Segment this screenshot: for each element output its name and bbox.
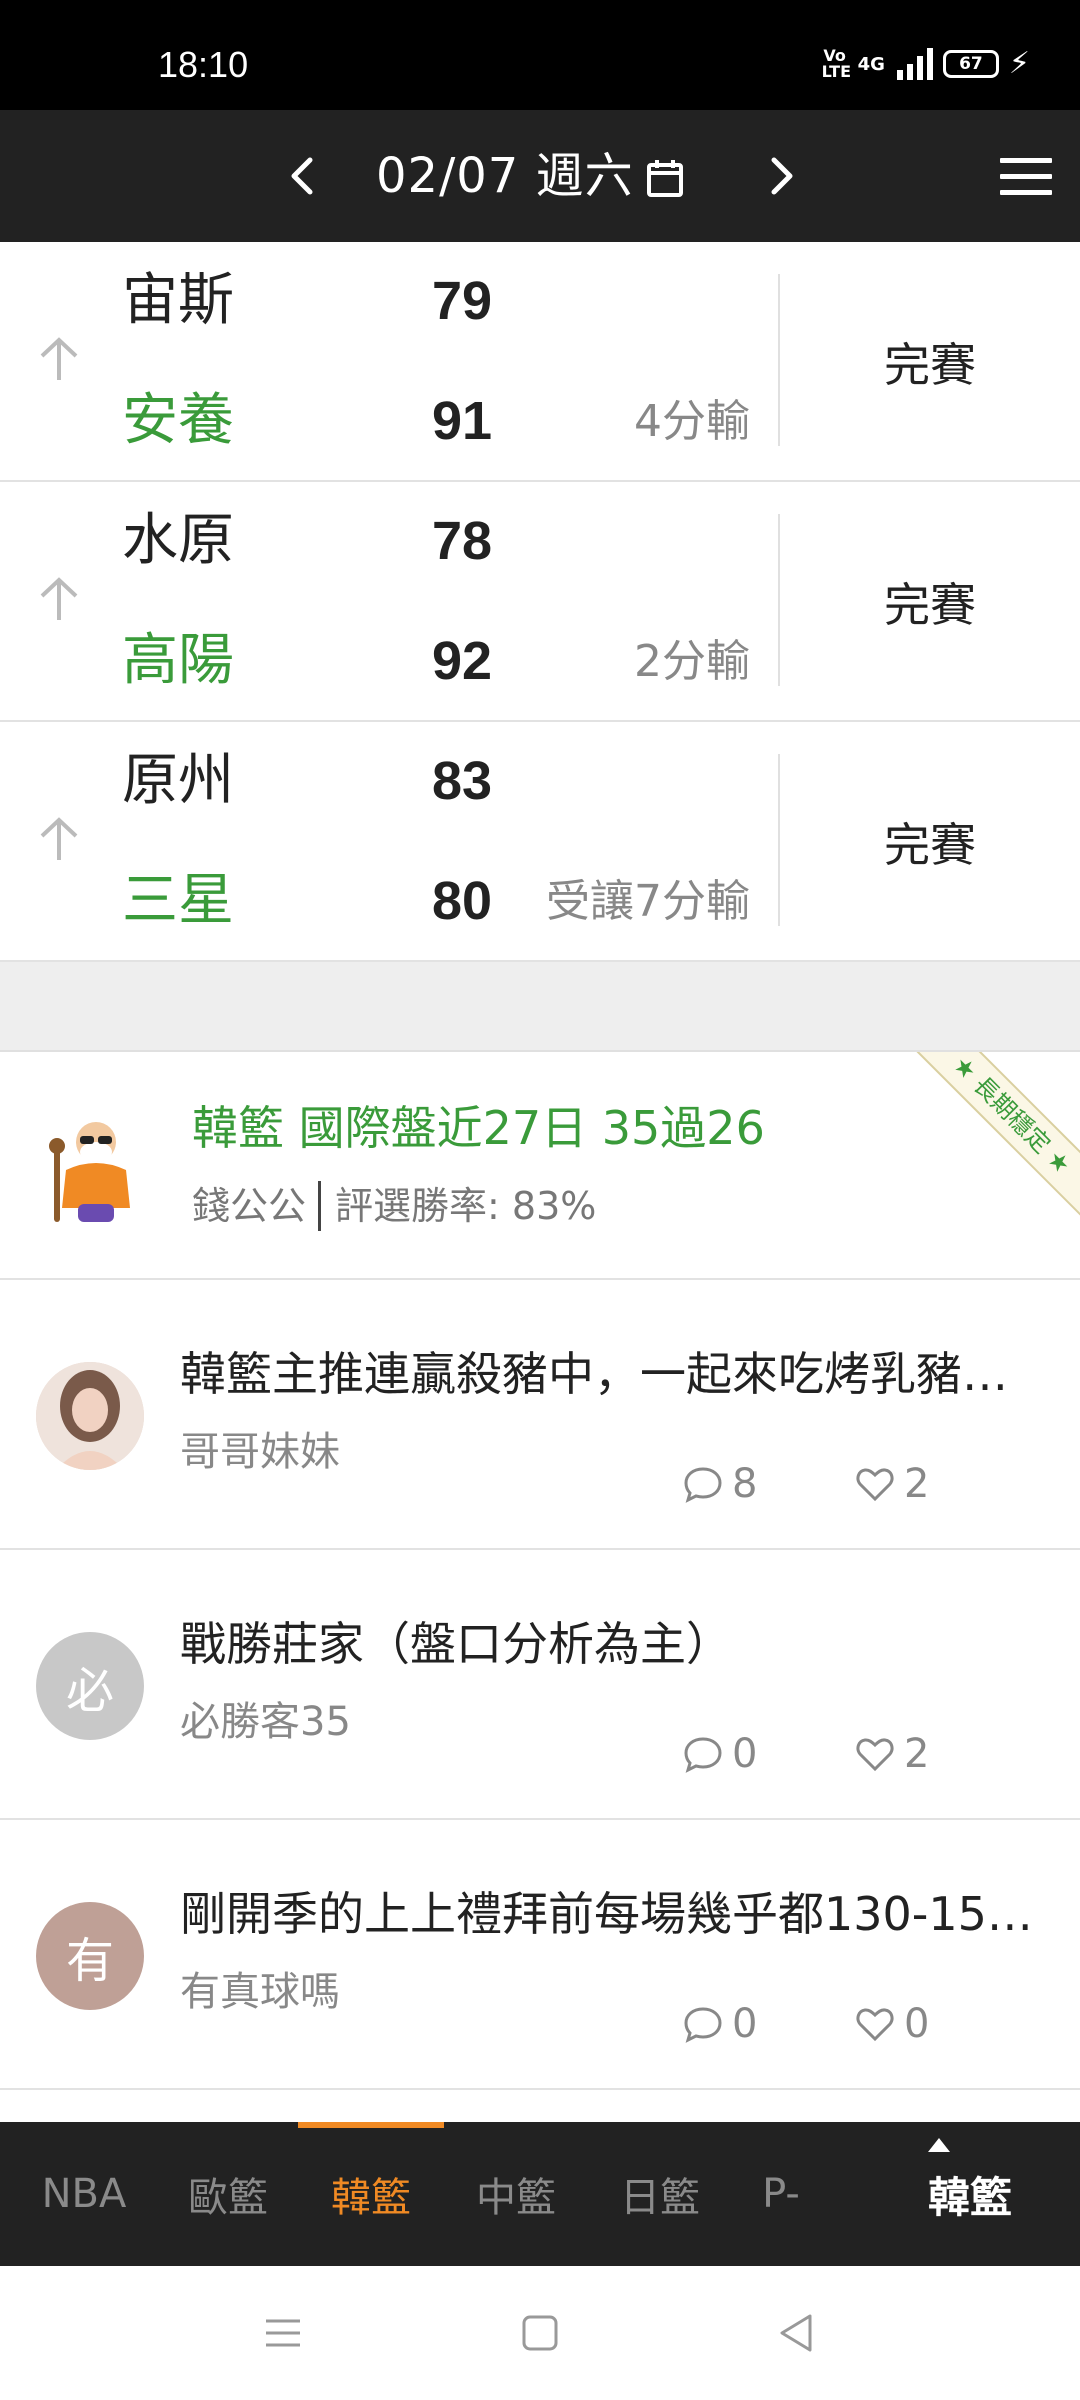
result-note: 2分輸 xyxy=(634,636,750,687)
away-score: 78 xyxy=(432,511,493,571)
current-date[interactable]: 02/07 週六 xyxy=(376,146,634,206)
post-title: 剛開季的上上禮拜前每場幾乎都130-15… xyxy=(180,1887,1033,1941)
section-gap xyxy=(0,962,1080,1052)
home-score: 91 xyxy=(432,391,493,451)
avatar xyxy=(36,1362,144,1470)
volte-icon: Vo LTE xyxy=(821,46,851,81)
divider xyxy=(318,1181,322,1231)
status-bar: 18:10 Vo LTE 4G 67 ⚡ xyxy=(0,0,1080,110)
expert-avatar xyxy=(36,1108,156,1228)
charging-icon: ⚡ xyxy=(1008,46,1030,81)
game-status: 完賽 xyxy=(884,818,976,872)
next-day-button[interactable] xyxy=(762,146,802,206)
calendar-icon xyxy=(647,160,683,197)
status-time: 18:10 xyxy=(158,44,249,85)
result-note: 受讓7分輸 xyxy=(546,876,750,927)
like-count-value: 2 xyxy=(904,1731,930,1777)
stable-ribbon-badge: ★ 長期穩定 ★ xyxy=(910,1052,1080,1217)
tab-euro-basketball[interactable]: 歐籃 xyxy=(160,2122,296,2266)
heart-icon xyxy=(856,1738,894,1772)
menu-icon-bar xyxy=(1000,190,1052,195)
result-note: 4分輸 xyxy=(634,396,750,447)
prev-day-button[interactable] xyxy=(282,146,322,206)
post-title: 韓籃主推連贏殺豬中，一起來吃烤乳豬… xyxy=(180,1347,1008,1401)
away-score: 83 xyxy=(432,751,493,811)
status-icons: Vo LTE 4G 67 ⚡ xyxy=(822,48,1030,80)
post-item[interactable]: 有 剛開季的上上禮拜前每場幾乎都130-15… 有真球嗎 0 0 xyxy=(0,1822,1080,2090)
post-item[interactable]: 韓籃主推連贏殺豬中，一起來吃烤乳豬… 哥哥妹妹 8 2 xyxy=(0,1282,1080,1550)
comment-icon xyxy=(684,1467,722,1503)
chevron-right-icon xyxy=(771,157,793,195)
tab-p-league[interactable]: P- xyxy=(736,2122,826,2266)
expert-promo-card[interactable]: 韓籃 國際盤近27日 35過26 錢公公 評選勝率: 83% ★ 長期穩定 ★ xyxy=(0,1052,1080,1280)
home-icon[interactable] xyxy=(515,2308,565,2358)
game-row[interactable]: 宙斯 79 安養 91 4分輸 完賽 xyxy=(0,242,1080,482)
league-tab-bar: NBA 歐籃 韓籃 中籃 日籃 P- 韓籃 xyxy=(0,2122,1080,2266)
comment-icon xyxy=(684,1737,722,1773)
arrow-up-icon xyxy=(36,574,82,624)
post-author: 有真球嗎 xyxy=(180,1969,340,2015)
battery-level: 67 xyxy=(959,54,983,74)
post-author: 必勝客35 xyxy=(180,1699,351,1745)
promo-title: 韓籃 國際盤近27日 35過26 xyxy=(192,1101,765,1155)
home-team: 安養 xyxy=(122,388,234,453)
like-count[interactable]: 0 xyxy=(854,1996,929,2052)
avatar: 有 xyxy=(36,1902,144,2010)
comment-count-value: 0 xyxy=(732,2001,758,2047)
calendar-button[interactable] xyxy=(646,158,684,198)
promo-subtitle: 錢公公 評選勝率: 83% xyxy=(192,1178,596,1234)
date-header: 02/07 週六 xyxy=(0,110,1080,242)
game-row[interactable]: 原州 83 三星 80 受讓7分輸 完賽 xyxy=(0,722,1080,962)
like-count-value: 2 xyxy=(904,1461,930,1507)
battery-icon: 67 xyxy=(942,50,999,78)
post-title: 戰勝莊家（盤口分析為主） xyxy=(180,1617,732,1671)
arrow-up-icon xyxy=(36,814,82,864)
away-team: 宙斯 xyxy=(122,268,234,333)
tab-japan-basketball[interactable]: 日籃 xyxy=(590,2122,730,2266)
home-score: 80 xyxy=(432,871,493,931)
menu-icon-bar xyxy=(1000,174,1052,179)
away-team: 原州 xyxy=(122,748,234,813)
tab-china-basketball[interactable]: 中籃 xyxy=(446,2122,586,2266)
tab-korea-basketball[interactable]: 韓籃 xyxy=(298,2122,444,2266)
menu-icon-bar xyxy=(1000,158,1052,163)
recents-menu-icon[interactable] xyxy=(258,2308,308,2358)
like-count[interactable]: 2 xyxy=(854,1456,929,1512)
post-item[interactable]: 必 戰勝莊家（盤口分析為主） 必勝客35 0 2 xyxy=(0,1552,1080,1820)
expert-name: 錢公公 xyxy=(192,1184,307,1228)
system-nav-bar xyxy=(0,2266,1080,2400)
home-team: 三星 xyxy=(122,868,234,933)
heart-icon xyxy=(856,2008,894,2042)
comment-count: 0 xyxy=(682,1726,757,1782)
network-type: 4G xyxy=(857,53,885,75)
comment-count-value: 0 xyxy=(732,1731,758,1777)
like-count-value: 0 xyxy=(904,2001,930,2047)
game-status: 完賽 xyxy=(884,338,976,392)
current-league-selector[interactable]: 韓籃 xyxy=(880,2122,1060,2266)
comment-count: 8 xyxy=(682,1456,757,1512)
heart-icon xyxy=(856,1468,894,1502)
away-team: 水原 xyxy=(122,508,234,573)
post-author: 哥哥妹妹 xyxy=(180,1429,340,1475)
game-row[interactable]: 水原 78 高陽 92 2分輸 完賽 xyxy=(0,482,1080,722)
arrow-up-icon xyxy=(36,334,82,384)
like-count[interactable]: 2 xyxy=(854,1726,929,1782)
win-rate: 評選勝率: 83% xyxy=(335,1184,597,1228)
comment-count: 0 xyxy=(682,1996,757,2052)
games-list: 宙斯 79 安養 91 4分輸 完賽 水原 78 高陽 92 2分輸 完賽 原州… xyxy=(0,242,1080,962)
chevron-left-icon xyxy=(291,157,313,195)
home-score: 92 xyxy=(432,631,493,691)
menu-button[interactable] xyxy=(1000,158,1052,196)
avatar: 必 xyxy=(36,1632,144,1740)
back-icon[interactable] xyxy=(772,2308,822,2358)
comment-icon xyxy=(684,2007,722,2043)
signal-icon xyxy=(896,48,933,80)
tab-nba[interactable]: NBA xyxy=(20,2122,148,2266)
game-status: 完賽 xyxy=(884,578,976,632)
comment-count-value: 8 xyxy=(732,1461,758,1507)
away-score: 79 xyxy=(432,271,493,331)
home-team: 高陽 xyxy=(122,628,234,693)
